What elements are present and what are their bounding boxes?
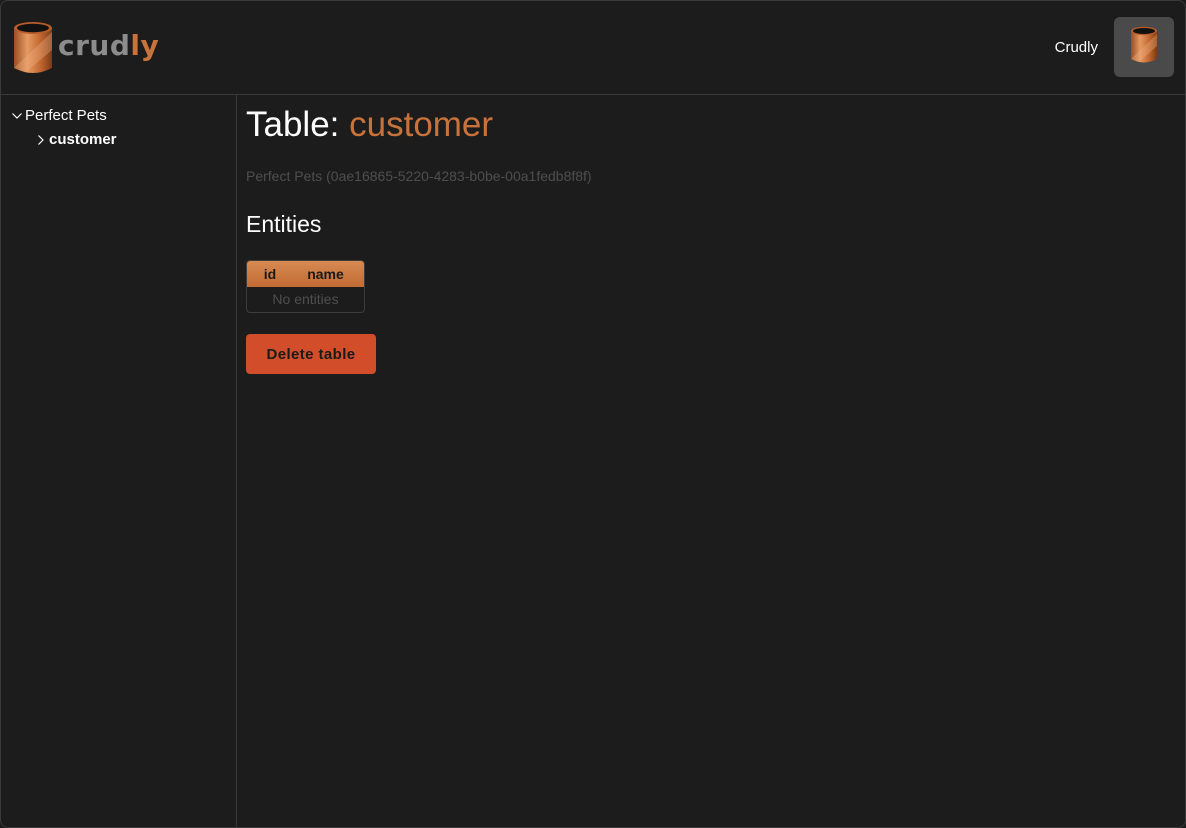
column-header-name[interactable]: name xyxy=(293,266,364,282)
tree-item-label: customer xyxy=(49,131,117,148)
database-subtitle: Perfect Pets (0ae16865-5220-4283-b0be-00… xyxy=(246,168,592,184)
main-content: Table: customer Perfect Pets (0ae16865-5… xyxy=(246,95,1185,827)
avatar-button[interactable] xyxy=(1114,17,1174,77)
table-name: customer xyxy=(349,105,494,144)
brand-name-part1: crud xyxy=(58,29,131,62)
cylinder-avatar-icon xyxy=(1129,25,1159,70)
brand-name: crudly xyxy=(58,32,159,60)
top-bar: crudly Crudly xyxy=(1,1,1185,95)
chevron-down-icon[interactable] xyxy=(10,109,24,123)
table-header-row: id name xyxy=(247,261,364,287)
title-prefix: Table: xyxy=(246,105,350,144)
tree-item-customer[interactable]: customer xyxy=(34,131,117,148)
app-window: crudly Crudly Perfect Pets customer Tabl… xyxy=(0,0,1186,828)
brand-logo[interactable]: crudly xyxy=(12,20,159,76)
tree-item-label: Perfect Pets xyxy=(25,107,107,124)
column-header-id[interactable]: id xyxy=(247,266,293,282)
entities-heading: Entities xyxy=(246,211,322,237)
tree-item-perfect-pets[interactable]: Perfect Pets xyxy=(10,107,107,124)
entities-table: id name No entities xyxy=(246,260,365,313)
empty-table-message: No entities xyxy=(272,291,339,307)
sidebar: Perfect Pets customer xyxy=(1,95,237,827)
brand-name-part2: ly xyxy=(130,29,160,62)
user-label: Crudly xyxy=(1054,39,1098,56)
cylinder-logo-icon xyxy=(12,20,54,76)
page-title: Table: customer xyxy=(246,104,493,146)
delete-table-button[interactable]: Delete table xyxy=(246,334,376,374)
chevron-right-icon[interactable] xyxy=(34,133,48,147)
